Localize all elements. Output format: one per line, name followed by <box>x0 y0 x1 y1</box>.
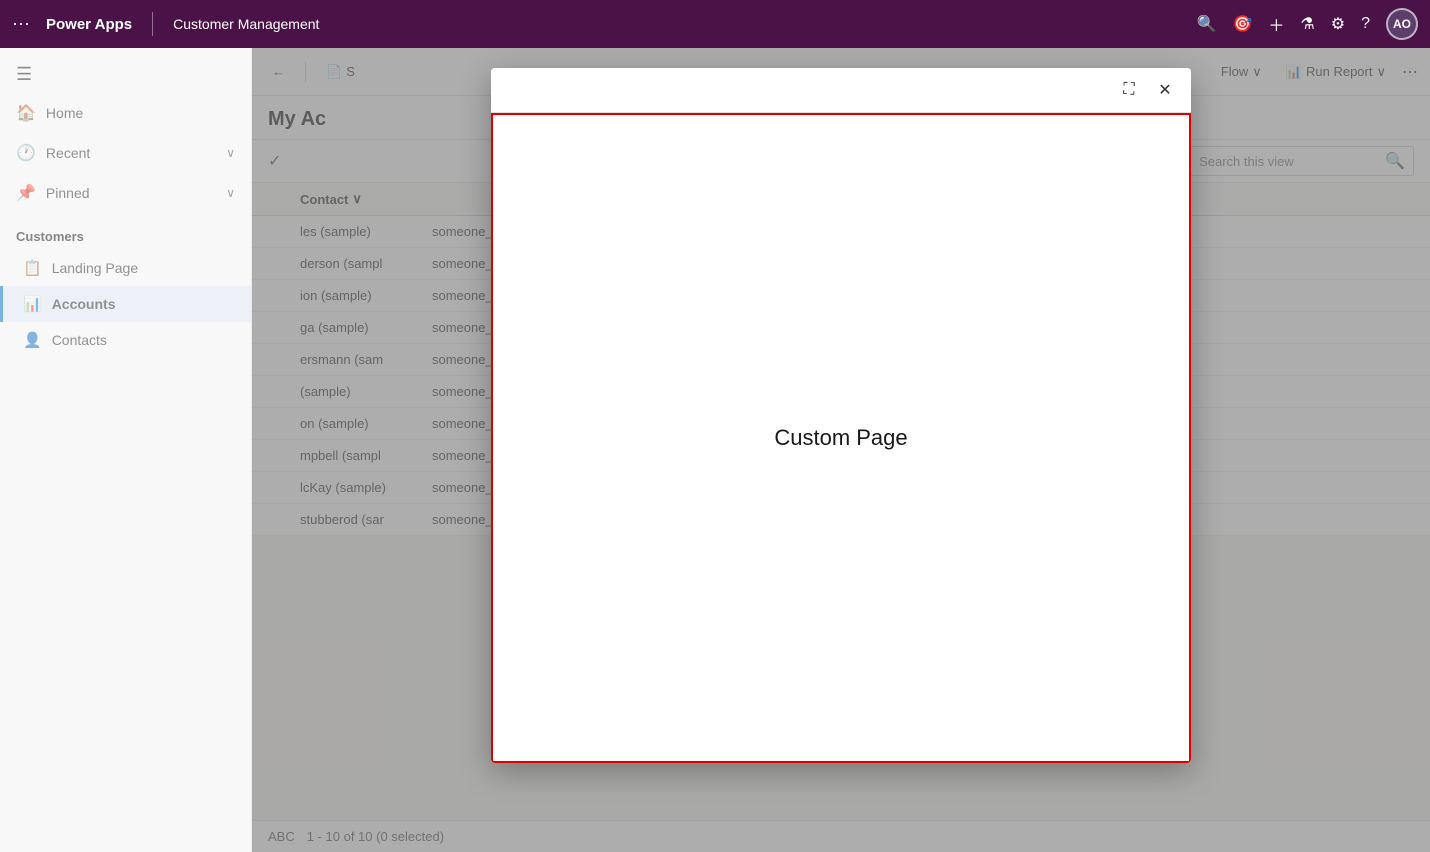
sidebar-home-label: Home <box>46 105 83 121</box>
sidebar-item-home[interactable]: 🏠 Home <box>0 93 251 133</box>
sidebar-item-accounts[interactable]: 📊 Accounts <box>0 286 251 322</box>
sidebar-recent-label: Recent <box>46 145 90 161</box>
recent-icon: 🕐 <box>16 143 36 163</box>
close-icon: ✕ <box>1158 80 1171 100</box>
app-name: Customer Management <box>173 16 319 32</box>
sidebar: ☰ 🏠 Home 🕐 Recent ∨ 📌 Pinned ∨ Customers… <box>0 48 252 852</box>
pin-icon: 📌 <box>16 183 36 203</box>
custom-page-text: Custom Page <box>774 425 907 451</box>
add-icon[interactable]: ＋ <box>1268 12 1284 36</box>
accounts-icon: 📊 <box>23 295 42 313</box>
app-logo: Power Apps <box>46 16 132 33</box>
modal-overlay: ⛶ ✕ Custom Page <box>252 48 1430 852</box>
landing-page-icon: 📋 <box>23 259 42 277</box>
main-content: ← 📄 S Flow ∨ 📊 Run Report ∨ ⋯ <box>252 48 1430 852</box>
topbar-right: 🔍 🎯 ＋ ⚗ ⚙ ? AO <box>1197 8 1418 40</box>
sidebar-item-contacts[interactable]: 👤 Contacts <box>0 322 251 358</box>
chevron-down-icon: ∨ <box>226 146 235 160</box>
sidebar-item-landing-page[interactable]: 📋 Landing Page <box>0 250 251 286</box>
sidebar-pinned-label: Pinned <box>46 185 90 201</box>
layout: ☰ 🏠 Home 🕐 Recent ∨ 📌 Pinned ∨ Customers… <box>0 48 1430 852</box>
modal-dialog: ⛶ ✕ Custom Page <box>491 68 1191 763</box>
sidebar-item-recent[interactable]: 🕐 Recent ∨ <box>0 133 251 173</box>
sidebar-landing-label: Landing Page <box>52 260 138 276</box>
apps-grid-icon[interactable]: ⋯ <box>12 14 30 35</box>
chevron-down-icon: ∨ <box>226 186 235 200</box>
help-icon[interactable]: ? <box>1361 15 1370 33</box>
modal-body: Custom Page <box>491 113 1191 763</box>
settings-icon[interactable]: ⚙ <box>1331 14 1345 34</box>
customers-section-label: Customers <box>0 213 251 250</box>
sidebar-contacts-label: Contacts <box>52 332 107 348</box>
contacts-icon: 👤 <box>23 331 42 349</box>
topbar-divider <box>152 12 153 36</box>
sidebar-accounts-label: Accounts <box>52 296 116 312</box>
topbar: ⋯ Power Apps Customer Management 🔍 🎯 ＋ ⚗… <box>0 0 1430 48</box>
close-button[interactable]: ✕ <box>1151 76 1179 104</box>
search-icon[interactable]: 🔍 <box>1197 14 1217 34</box>
home-icon: 🏠 <box>16 103 36 123</box>
filter-icon[interactable]: ⚗ <box>1300 14 1314 34</box>
user-avatar[interactable]: AO <box>1386 8 1418 40</box>
modal-header: ⛶ ✕ <box>491 68 1191 113</box>
expand-button[interactable]: ⛶ <box>1115 76 1143 104</box>
sidebar-item-pinned[interactable]: 📌 Pinned ∨ <box>0 173 251 213</box>
hamburger-menu[interactable]: ☰ <box>0 48 251 93</box>
target-icon[interactable]: 🎯 <box>1232 14 1252 34</box>
expand-icon: ⛶ <box>1123 81 1134 99</box>
